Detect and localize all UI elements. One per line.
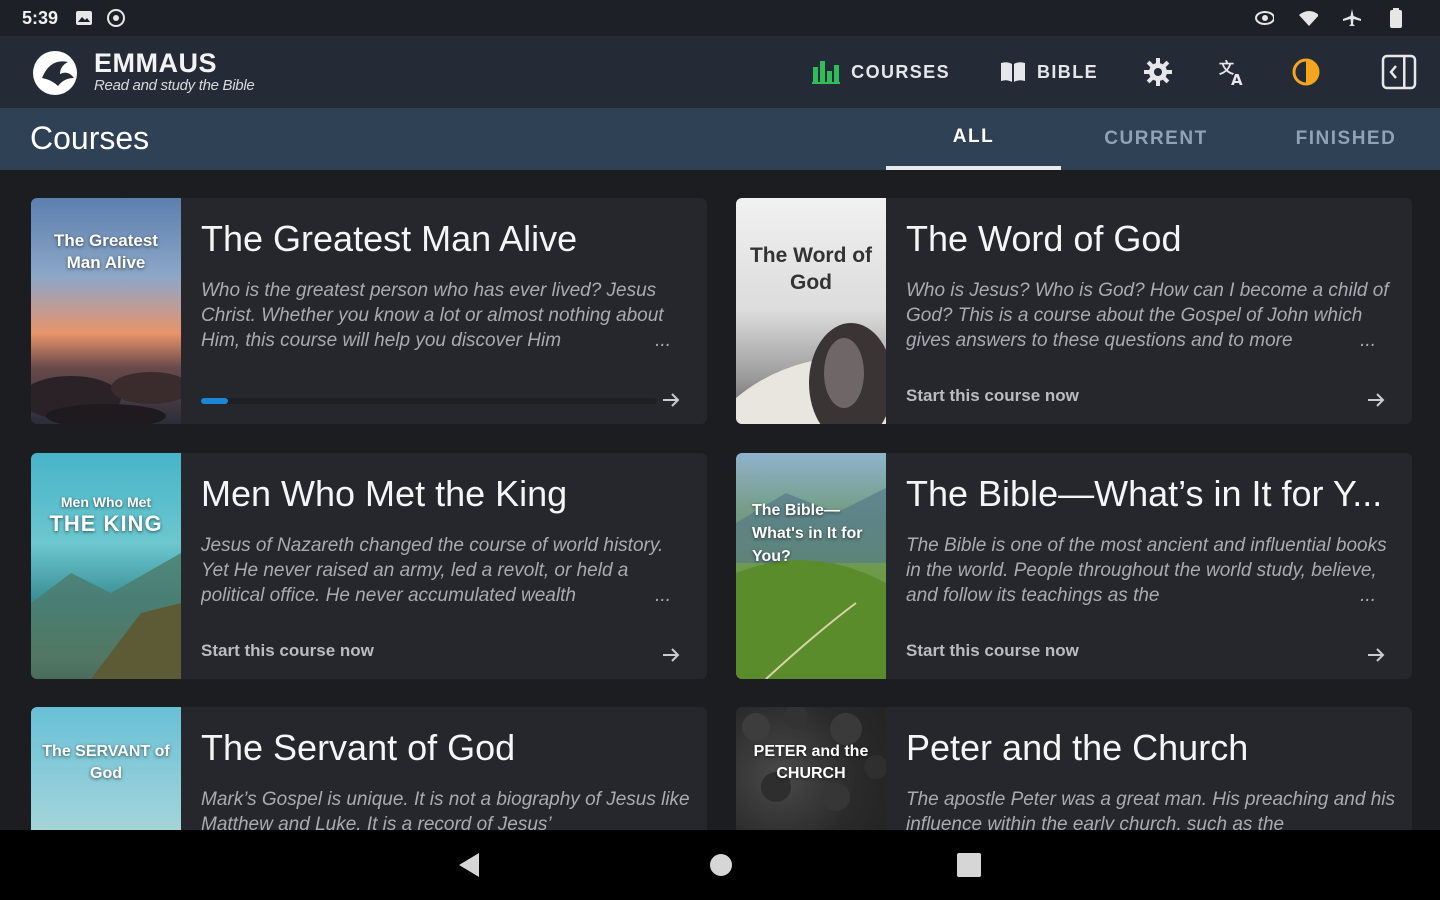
cover-title: The SERVANT of God [42, 743, 170, 782]
tab-current[interactable]: CURRENT [1061, 108, 1251, 170]
back-button[interactable] [454, 850, 484, 880]
course-card-peter-and-the-church[interactable]: PETER and the CHURCH Peter and the Churc… [736, 707, 1412, 830]
home-button[interactable] [706, 850, 736, 880]
course-cover-image: PETER and the CHURCH [736, 707, 886, 830]
page-title: Courses [30, 120, 150, 156]
course-description: Jesus of Nazareth changed the course of … [201, 533, 691, 608]
status-bar: 5:39 [0, 0, 1440, 36]
start-course-label: Start this course now [906, 386, 1079, 405]
course-title: Men Who Met the King [201, 473, 568, 514]
nav-courses-label: COURSES [851, 61, 950, 82]
course-card-word-of-god[interactable]: The Word of God The Word of God Who is J… [736, 198, 1412, 424]
course-description: Who is the greatest person who has ever … [201, 278, 691, 353]
app-tagline: Read and study the Bible [94, 77, 255, 94]
arrow-right-icon[interactable] [659, 388, 683, 412]
nav-bible-button[interactable]: BIBLE [999, 60, 1098, 84]
cover-title: The Greatest Man Alive [54, 231, 158, 272]
nav-bible-label: BIBLE [1037, 61, 1098, 82]
course-description: The Bible is one of the most ancient and… [906, 533, 1396, 608]
wifi-icon [1298, 9, 1318, 27]
arrow-right-icon[interactable] [1364, 643, 1388, 667]
course-cover-image: The Word of God [736, 198, 886, 424]
arrow-right-icon[interactable] [659, 643, 683, 667]
start-course-label: Start this course now [201, 641, 374, 660]
course-title: The Bible—What’s in It for Y... [906, 473, 1383, 514]
gear-icon [1144, 58, 1172, 86]
course-filter-tabs: ALL CURRENT FINISHED [886, 108, 1440, 170]
battery-icon [1386, 8, 1406, 28]
sidebar-panel-icon [1381, 54, 1417, 90]
course-title: The Servant of God [201, 727, 516, 768]
course-cover-image: The Bible— What's in It for You? [736, 453, 886, 679]
start-course-label: Start this course now [906, 641, 1079, 660]
airplane-mode-icon [1342, 9, 1362, 27]
course-card-greatest-man-alive[interactable]: The Greatest Man Alive The Greatest Man … [31, 198, 707, 424]
cover-cliffs-graphic [31, 553, 181, 679]
course-card-servant-of-god[interactable]: The SERVANT of God The Servant of God Ma… [31, 707, 707, 830]
cover-title: The Bible— What's in It for You? [752, 502, 863, 565]
translate-icon: 文 A [1219, 59, 1243, 87]
contrast-icon [1292, 58, 1320, 86]
app-name: EMMAUS [94, 48, 217, 78]
cover-title: PETER and the CHURCH [753, 743, 869, 782]
course-list: The Greatest Man Alive The Greatest Man … [0, 170, 1440, 830]
course-cover-image: Men Who Met THE KING [31, 453, 181, 679]
status-time: 5:39 [22, 7, 59, 28]
course-card-the-bible[interactable]: The Bible— What's in It for You? The Bib… [736, 453, 1412, 679]
course-cover-image: The Greatest Man Alive [31, 198, 181, 424]
course-title: The Word of God [906, 218, 1182, 259]
cover-title: THE KING [49, 511, 163, 536]
course-cover-image: The SERVANT of God [31, 707, 181, 830]
settings-button[interactable] [1139, 53, 1177, 91]
language-button[interactable]: 文 A [1213, 53, 1251, 91]
app-bar: EMMAUS Read and study the Bible COURSES … [0, 36, 1440, 108]
theme-toggle-button[interactable] [1287, 53, 1325, 91]
emmaus-logo-icon [30, 48, 82, 98]
home-circle-icon [710, 854, 732, 876]
cover-book-graphic [736, 323, 886, 424]
notification-settings-icon [106, 9, 126, 27]
back-triangle-icon [459, 853, 479, 877]
data-saver-icon [1254, 9, 1274, 27]
tab-all[interactable]: ALL [886, 108, 1061, 170]
svg-text:A: A [1231, 71, 1243, 87]
sidebar-toggle-button[interactable] [1380, 53, 1418, 91]
course-title: The Greatest Man Alive [201, 218, 578, 259]
nav-courses-button[interactable]: COURSES [811, 59, 950, 85]
system-nav-bar [0, 830, 1440, 900]
courses-chart-icon [812, 61, 841, 84]
course-title: Peter and the Church [906, 727, 1249, 768]
course-description: Who is Jesus? Who is God? How can I beco… [906, 278, 1396, 353]
tab-finished[interactable]: FINISHED [1251, 108, 1440, 170]
bible-book-icon [1001, 62, 1025, 82]
notification-image-icon [74, 9, 94, 27]
brand: EMMAUS Read and study the Bible [94, 48, 255, 95]
cover-title: The Word of God [749, 244, 873, 294]
page-header: Courses ALL CURRENT FINISHED [0, 108, 1440, 170]
course-progress-bar [201, 398, 657, 404]
recents-square-icon [957, 853, 981, 877]
course-card-men-who-met-the-king[interactable]: Men Who Met THE KING Men Who Met the Kin… [31, 453, 707, 679]
course-description: Mark’s Gospel is unique. It is not a bio… [201, 787, 691, 830]
cover-title-small: Men Who Met [60, 494, 152, 510]
course-description: The apostle Peter was a great man. His p… [906, 787, 1396, 830]
recents-button[interactable] [954, 850, 984, 880]
course-progress-fill [201, 398, 229, 404]
arrow-right-icon[interactable] [1364, 388, 1388, 412]
